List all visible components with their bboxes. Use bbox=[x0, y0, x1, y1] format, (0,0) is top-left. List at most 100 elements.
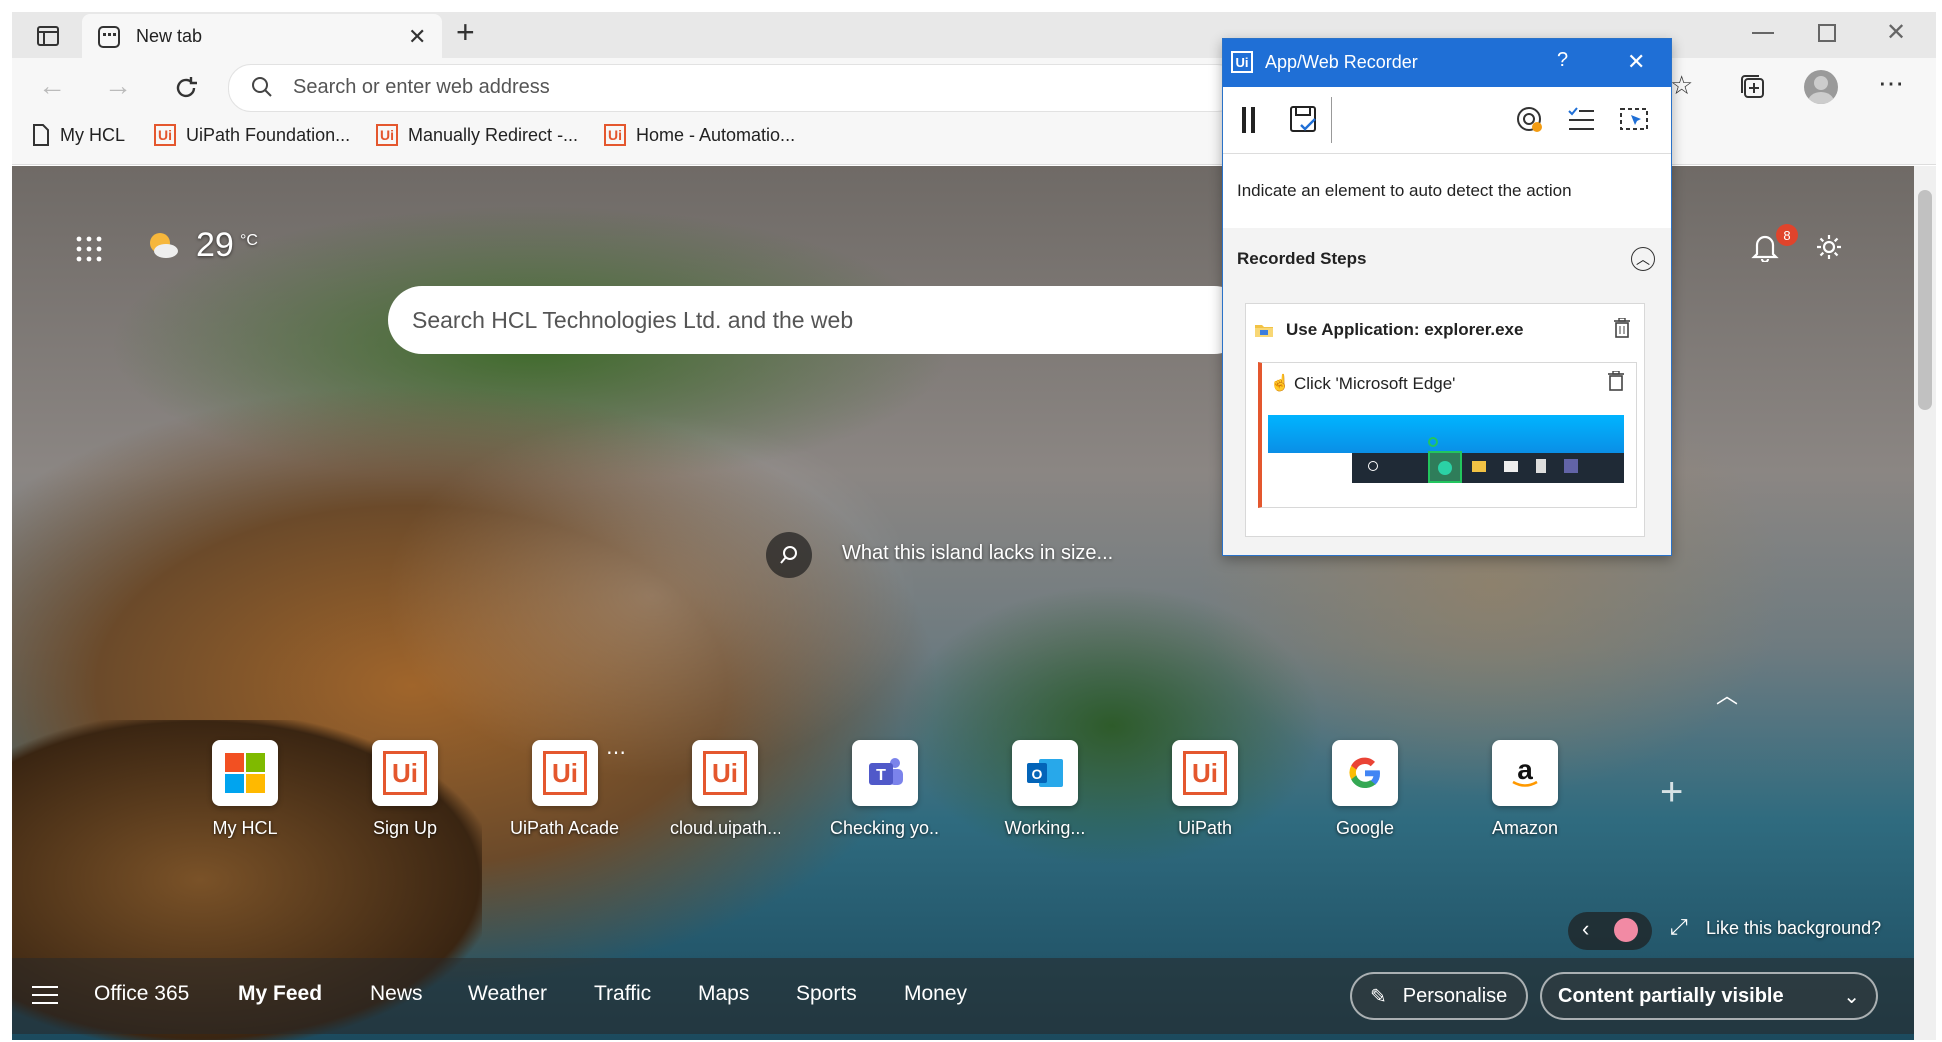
tab-close-icon[interactable]: ✕ bbox=[408, 24, 426, 50]
address-bar[interactable]: Search or enter web address bbox=[228, 64, 1240, 112]
recorder-title-bar: Ui App/Web Recorder ? ✕ bbox=[1223, 39, 1671, 87]
collections-icon[interactable] bbox=[1738, 72, 1768, 102]
pause-icon[interactable] bbox=[1241, 107, 1257, 138]
profile-avatar[interactable] bbox=[1804, 70, 1838, 104]
feed-menu-icon[interactable] bbox=[32, 986, 58, 1009]
like-background-link[interactable]: Like this background? bbox=[1706, 918, 1881, 939]
notification-count-badge: 8 bbox=[1776, 224, 1798, 246]
list-options-icon[interactable] bbox=[1567, 107, 1595, 138]
svg-text:T: T bbox=[876, 767, 886, 784]
tab-actions-icon[interactable] bbox=[32, 20, 64, 52]
uipath-logo-icon: Ui bbox=[604, 124, 626, 146]
bookmark-manually-redirect[interactable]: Ui Manually Redirect -... bbox=[376, 124, 578, 146]
quick-link-cloud-uipath[interactable]: Ui cloud.uipath.... bbox=[670, 740, 780, 839]
bookmark-my-hcl[interactable]: My HCL bbox=[32, 124, 125, 146]
tab-new-tab[interactable]: New tab ✕ bbox=[82, 14, 442, 60]
quick-link-label: Sign Up bbox=[372, 818, 438, 838]
feed-tab-money[interactable]: Money bbox=[904, 982, 967, 1006]
bookmark-label: My HCL bbox=[60, 124, 126, 145]
recorder-close-icon[interactable]: ✕ bbox=[1627, 49, 1645, 75]
recorder-toolbar bbox=[1223, 87, 1671, 154]
apps-grid-icon[interactable] bbox=[76, 236, 102, 262]
microsoft-logo-icon bbox=[212, 740, 278, 806]
quick-link-sign-up[interactable]: Ui Sign Up bbox=[350, 740, 460, 839]
quick-link-label: UiPath Acade... bbox=[510, 818, 620, 838]
quick-link-more-icon[interactable]: ⋯ bbox=[606, 740, 626, 765]
step-click-microsoft-edge[interactable]: ☝ Click 'Microsoft Edge' bbox=[1258, 362, 1637, 508]
click-action-icon: ☝ bbox=[1270, 375, 1290, 392]
feed-tab-sports[interactable]: Sports bbox=[796, 982, 857, 1006]
help-button[interactable]: ? bbox=[1557, 49, 1568, 72]
address-input[interactable]: Search or enter web address bbox=[293, 76, 550, 99]
back-icon[interactable]: ← bbox=[38, 70, 66, 102]
expand-icon[interactable]: ⤢ bbox=[1670, 914, 1688, 940]
restore-button[interactable] bbox=[1818, 24, 1836, 42]
feed-tab-office-365[interactable]: Office 365 bbox=[94, 982, 189, 1006]
step-label: Use Application: explorer.exe bbox=[1286, 320, 1524, 339]
toolbar-divider bbox=[1331, 97, 1332, 143]
personalise-button[interactable]: ✎ Personalise bbox=[1350, 972, 1528, 1020]
close-window-button[interactable]: ✕ bbox=[1886, 18, 1906, 47]
uipath-logo-icon: Ui bbox=[154, 124, 176, 146]
quick-link-label: Google bbox=[1335, 818, 1395, 838]
uipath-logo-icon: Ui bbox=[383, 751, 427, 795]
bookmark-label: UiPath Foundation... bbox=[186, 124, 351, 145]
favorites-icon[interactable]: ☆ bbox=[1670, 70, 1693, 101]
quick-link-amazon[interactable]: a Amazon bbox=[1470, 740, 1580, 839]
quick-link-uipath-academy[interactable]: Ui UiPath Acade... bbox=[510, 740, 620, 839]
background-nav-pill[interactable] bbox=[1568, 912, 1652, 950]
recorder-hint-area: Indicate an element to auto detect the a… bbox=[1223, 154, 1671, 228]
chevron-down-icon: ⌄ bbox=[1843, 986, 1860, 1008]
tab-title: New tab bbox=[136, 26, 203, 46]
save-and-exit-icon[interactable] bbox=[1289, 105, 1319, 140]
google-logo-icon bbox=[1332, 740, 1398, 806]
previous-background-icon[interactable]: ‹ bbox=[1582, 916, 1589, 942]
svg-text:O: O bbox=[1032, 766, 1043, 782]
quick-link-label: Checking yo... bbox=[830, 818, 940, 838]
quick-link-checking[interactable]: T Checking yo... bbox=[830, 740, 940, 839]
folder-icon bbox=[1254, 322, 1274, 343]
quick-link-working[interactable]: O Working... bbox=[990, 740, 1100, 839]
weather-unit: °C bbox=[240, 232, 258, 249]
bookmark-uipath-foundation[interactable]: Ui UiPath Foundation... bbox=[154, 124, 350, 146]
image-info-search-icon[interactable] bbox=[766, 532, 812, 578]
screen-select-icon[interactable] bbox=[1619, 105, 1649, 138]
target-icon[interactable] bbox=[1515, 105, 1545, 140]
refresh-icon[interactable] bbox=[170, 72, 202, 104]
quick-link-uipath[interactable]: Ui UiPath bbox=[1150, 740, 1260, 839]
feed-tab-traffic[interactable]: Traffic bbox=[594, 982, 651, 1006]
feed-tab-news[interactable]: News bbox=[370, 982, 423, 1006]
collapse-steps-icon[interactable]: ︿ bbox=[1631, 247, 1655, 271]
step-use-application[interactable]: Use Application: explorer.exe ☝ Click 'M… bbox=[1245, 303, 1645, 537]
delete-step-icon[interactable] bbox=[1614, 317, 1630, 343]
bookmark-home-automation[interactable]: Ui Home - Automatio... bbox=[604, 124, 795, 146]
settings-more-icon[interactable]: ⋯ bbox=[1878, 68, 1904, 99]
web-search-input[interactable]: Search HCL Technologies Ltd. and the web bbox=[388, 286, 1248, 354]
feed-tab-weather[interactable]: Weather bbox=[468, 982, 547, 1006]
delete-step-icon[interactable] bbox=[1608, 370, 1624, 396]
quick-link-label: Working... bbox=[1004, 818, 1086, 838]
quick-link-google[interactable]: Google bbox=[1310, 740, 1420, 839]
bookmark-label: Manually Redirect -... bbox=[408, 124, 579, 145]
collapse-chevron-up-icon[interactable]: ︿ bbox=[1716, 678, 1738, 710]
background-caption[interactable]: What this island lacks in size... bbox=[842, 542, 1113, 565]
recorder-hint-text: Indicate an element to auto detect the a… bbox=[1237, 181, 1572, 200]
uipath-logo-icon: Ui bbox=[703, 751, 747, 795]
content-visibility-dropdown[interactable]: Content partially visible ⌄ bbox=[1540, 972, 1878, 1020]
minimize-button[interactable] bbox=[1752, 32, 1774, 34]
quick-link-my-hcl[interactable]: My HCL bbox=[190, 740, 300, 839]
new-tab-button[interactable]: + bbox=[456, 14, 475, 51]
page-settings-gear-icon[interactable] bbox=[1814, 232, 1844, 267]
uipath-logo-icon: Ui bbox=[543, 751, 587, 795]
forward-icon[interactable]: → bbox=[104, 70, 132, 102]
tab-favicon-icon bbox=[98, 26, 120, 53]
feed-tab-my-feed[interactable]: My Feed bbox=[238, 982, 322, 1006]
feed-tab-maps[interactable]: Maps bbox=[698, 982, 749, 1006]
weather-temperature[interactable]: 29 bbox=[196, 226, 234, 265]
quick-link-label: My HCL bbox=[212, 818, 278, 838]
step-label: Click 'Microsoft Edge' bbox=[1294, 374, 1456, 393]
scrollbar-thumb[interactable] bbox=[1918, 190, 1932, 410]
add-quick-link-icon[interactable]: + bbox=[1660, 770, 1683, 815]
recorded-steps-label: Recorded Steps bbox=[1237, 249, 1367, 268]
quick-link-label: Amazon bbox=[1491, 818, 1559, 838]
